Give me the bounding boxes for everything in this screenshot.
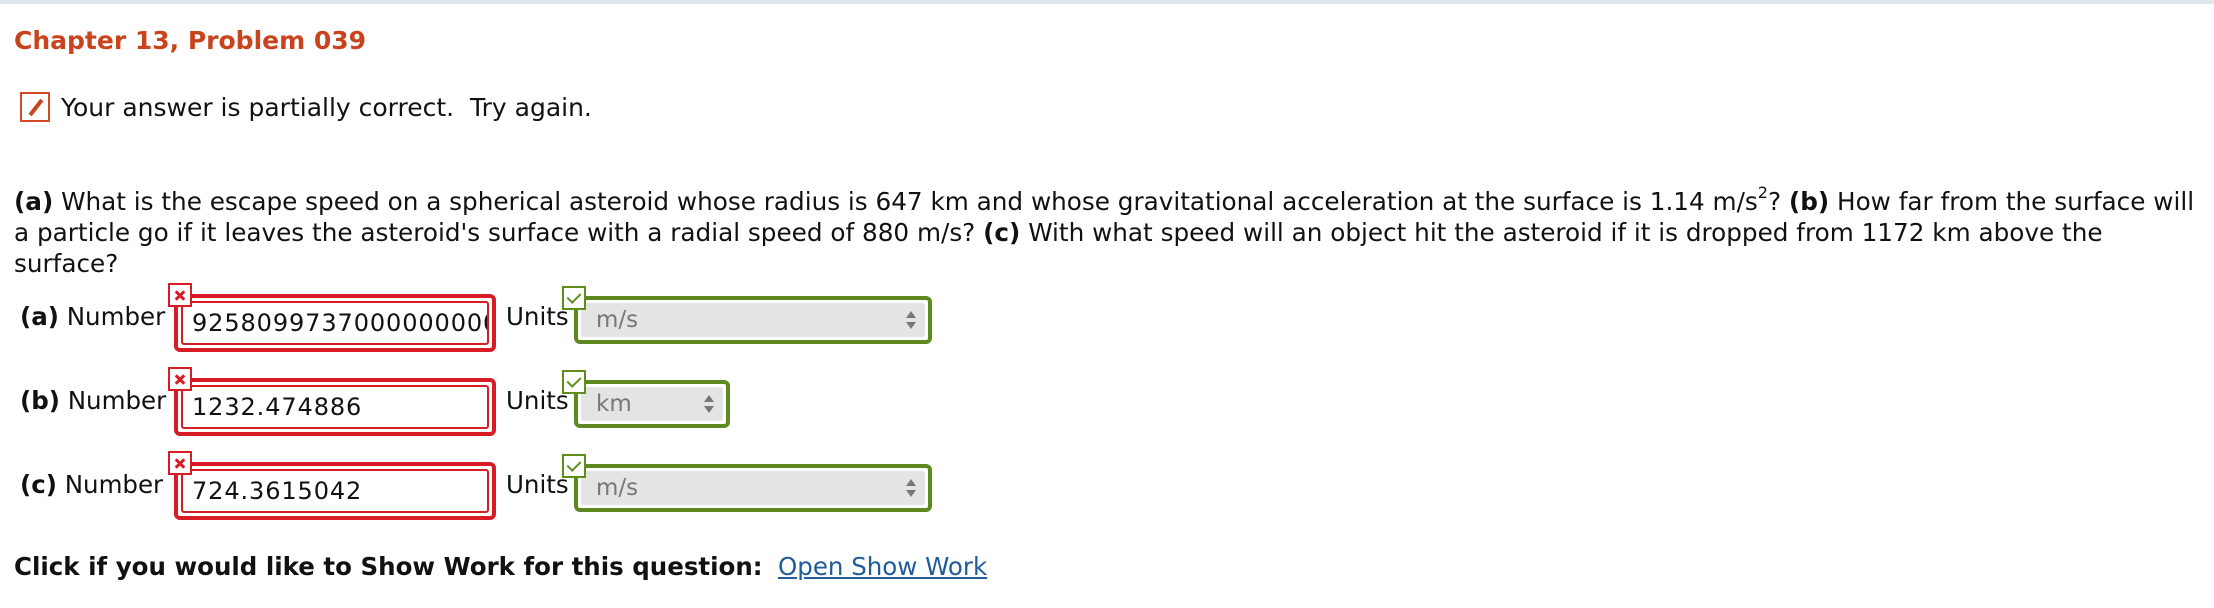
part-b-tag: (b) [1788,187,1830,216]
answer-input-b[interactable]: 1232.474886 [174,378,496,436]
answer-row-a: (a) Number 9258099737000000000 Units m/s [0,283,1000,362]
part-tag-a: (a) [20,302,59,331]
number-label-text-a: Number [58,302,166,331]
answer-row-b: (b) Number 1232.474886 Units km [0,367,1000,446]
status-text: Your answer is partially correct. Try ag… [61,92,592,122]
units-select-b[interactable]: km [574,380,730,428]
part-tag-b: (b) [20,386,60,415]
correct-check-icon [562,370,586,394]
number-label-a: (a) Number [20,302,165,331]
up-down-arrows-icon [905,309,917,333]
part-tag-c: (c) [20,470,57,499]
show-work-prompt: Click if you would like to Show Work for… [14,552,763,581]
correct-check-icon [562,454,586,478]
top-border [0,0,2214,4]
page-title: Chapter 13, Problem 039 [14,26,367,55]
units-label-b: Units [506,386,569,415]
up-down-arrows-icon [703,393,715,417]
number-label-c: (c) Number [20,470,163,499]
pencil-icon [20,92,50,122]
status-message: Your answer is partially correct. Try ag… [20,92,592,122]
incorrect-x-icon [168,367,192,391]
part-a-text: What is the escape speed on a spherical … [53,187,1758,216]
up-down-arrows-icon [905,477,917,501]
answer-input-c[interactable]: 724.3615042 [174,462,496,520]
units-select-a[interactable]: m/s [574,296,932,344]
answer-input-a[interactable]: 9258099737000000000 [174,294,496,352]
units-value-b: km [596,391,632,417]
answer-value-b[interactable]: 1232.474886 [181,385,489,429]
units-value-a: m/s [596,307,639,333]
number-label-text-b: Number [59,386,167,415]
incorrect-x-icon [168,451,192,475]
number-label-b: (b) Number [20,386,166,415]
answer-value-c[interactable]: 724.3615042 [181,469,489,513]
units-label-c: Units [506,470,569,499]
correct-check-icon [562,286,586,310]
units-select-c[interactable]: m/s [574,464,932,512]
part-c-tag: (c) [983,218,1021,247]
units-value-c: m/s [596,475,639,501]
question-text: (a) What is the escape speed on a spheri… [14,183,2209,279]
part-a-tag: (a) [14,187,54,216]
answer-value-a[interactable]: 9258099737000000000 [181,301,489,345]
part-a-end: ? [1767,187,1789,216]
open-show-work-link[interactable]: Open Show Work [778,552,987,581]
incorrect-x-icon [168,283,192,307]
units-label-a: Units [506,302,569,331]
number-label-text-c: Number [56,470,164,499]
superscript: 2 [1757,183,1768,202]
answer-row-c: (c) Number 724.3615042 Units m/s [0,451,1000,530]
